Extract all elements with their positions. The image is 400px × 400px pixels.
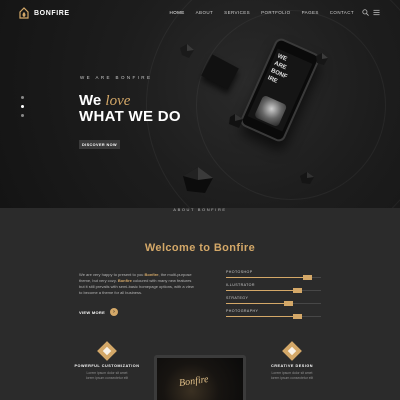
phone-screen-photo [253, 94, 288, 128]
gem-decoration [229, 114, 243, 128]
skill-percent-badge [293, 314, 302, 319]
skill-track [226, 314, 321, 319]
top-navigation: BONFIRE HOME ABOUT SERVICES PORTFOLIO PA… [0, 0, 400, 26]
skill-label: PHOTOGRAPHY [226, 309, 259, 313]
service-title: POWERFUL CUSTOMIZATION [74, 364, 140, 368]
service-desc-line: lorem ipsum consectetur elit [270, 376, 314, 380]
service-title: CREATIVE DESIGN [270, 364, 314, 368]
nav-item-portfolio[interactable]: PORTFOLIO [261, 10, 291, 15]
skill-track [226, 275, 321, 280]
skill-percent-badge [293, 288, 302, 293]
hero-section: WE ARE BONF IRE BONFIRE HOME ABOUT SERVI… [0, 0, 400, 208]
hero-headline-we: We [79, 92, 102, 109]
about-text-part: We are very happy to present to you [79, 272, 145, 277]
search-icon[interactable] [362, 9, 369, 16]
skill-fill [226, 316, 302, 317]
laptop-mockup: Bonfire [154, 355, 246, 400]
slider-dot-active[interactable] [21, 105, 24, 108]
nav-item-home[interactable]: HOME [170, 10, 185, 15]
flame-logo-icon [19, 7, 29, 19]
skill-bar: PHOTOSHOP [226, 270, 321, 280]
skill-label: STRATEGY [226, 296, 249, 300]
about-title: Welcome to Bonfire [144, 242, 256, 254]
discover-now-button[interactable]: DISCOVER NOW [79, 140, 120, 149]
skill-percent-badge [302, 275, 312, 280]
gem-decoration [180, 44, 194, 58]
nav-item-contact[interactable]: CONTACT [330, 10, 354, 15]
hero-headline-love: love [105, 93, 131, 109]
service-description: Lorem ipsum dolor sit amet lorem ipsum c… [67, 371, 147, 381]
nav-item-services[interactable]: SERVICES [224, 10, 250, 15]
about-text-brand: Bonfire [117, 278, 132, 284]
menu-icon[interactable] [373, 9, 380, 16]
gem-decoration [316, 53, 328, 65]
skill-label: ILLUSTRATOR [226, 283, 255, 287]
skill-track [226, 288, 321, 293]
nav-item-pages[interactable]: PAGES [302, 10, 319, 15]
skill-percent-badge [283, 301, 293, 306]
service-desc-line: lorem ipsum consectetur elit [85, 376, 129, 380]
arrow-right-icon: › [110, 308, 119, 316]
nav-item-about[interactable]: ABOUT [196, 10, 214, 15]
slider-dot[interactable] [21, 114, 24, 117]
skill-fill [226, 277, 312, 278]
hero-tagline: WE ARE BONFIRE [80, 75, 153, 80]
skill-bar: PHOTOGRAPHY [226, 309, 321, 319]
view-more-label: VIEW MORE [79, 309, 106, 315]
gem-decoration [183, 167, 213, 193]
hero-headline-line2: WHAT WE DO [79, 108, 181, 125]
skill-bar: STRATEGY [226, 296, 321, 306]
slider-dot[interactable] [21, 96, 24, 99]
about-text-brand: Bonfire [144, 272, 159, 277]
brand-logo[interactable]: BONFIRE [18, 7, 70, 19]
about-kicker: ABOUT BONFIRE [173, 207, 227, 212]
skill-label: PHOTOSHOP [226, 270, 253, 274]
gem-decoration [300, 172, 314, 184]
view-more-link[interactable]: VIEW MORE › [79, 308, 119, 316]
slider-pagination [21, 96, 24, 117]
skill-track [226, 301, 321, 306]
brand-name: BONFIRE [34, 9, 70, 17]
skill-fill [226, 290, 302, 291]
service-description: Lorem ipsum dolor sit amet lorem ipsum c… [252, 371, 332, 381]
skill-bar: ILLUSTRATOR [226, 283, 321, 293]
about-paragraph: We are very happy to present to you Bonf… [79, 272, 194, 296]
main-menu: HOME ABOUT SERVICES PORTFOLIO PAGES CONT… [170, 10, 354, 15]
